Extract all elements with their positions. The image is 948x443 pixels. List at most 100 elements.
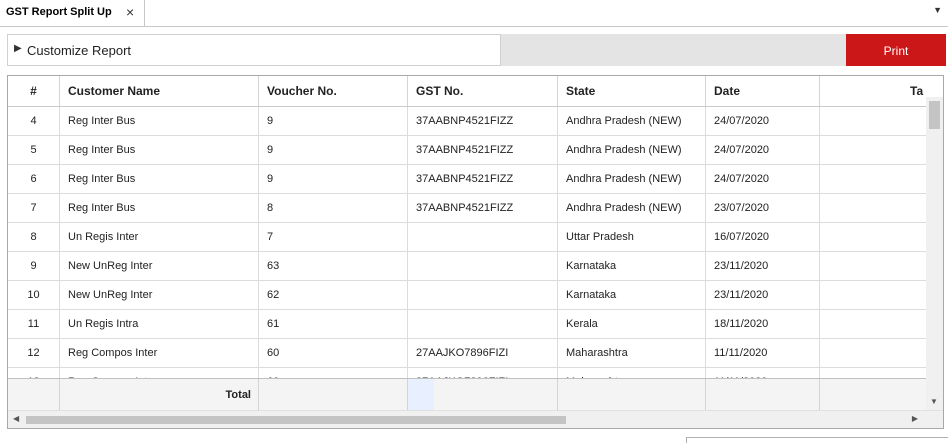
cell-state[interactable]: Uttar Pradesh [558, 223, 706, 251]
cell-customer-name[interactable]: Reg Compos Inter [60, 339, 259, 367]
customize-report-toggle[interactable]: ▶ Customize Report [7, 34, 501, 66]
cell-gst-no[interactable]: 27AAJKO7896FIZI [408, 339, 558, 367]
cell-voucher-no[interactable]: 60 [259, 339, 408, 367]
horizontal-scroll-thumb[interactable] [26, 416, 566, 424]
cell-customer-name[interactable]: Reg Inter Bus [60, 136, 259, 164]
cell-customer-name[interactable]: Un Regis Inter [60, 223, 259, 251]
cell-customer-name[interactable]: Reg Inter Bus [60, 194, 259, 222]
cell-number[interactable]: 9 [8, 252, 60, 280]
cell-tax[interactable] [820, 107, 927, 135]
cell-date[interactable]: 23/07/2020 [706, 194, 820, 222]
cell-date[interactable]: 16/07/2020 [706, 223, 820, 251]
cell-number[interactable]: 7 [8, 194, 60, 222]
table-row[interactable]: 4 Reg Inter Bus 9 37AABNP4521FIZZ Andhra Pra… [8, 107, 927, 136]
cell-gst-no[interactable]: 37AABNP4521FIZZ [408, 136, 558, 164]
cell-state[interactable]: Andhra Pradesh (NEW) [558, 136, 706, 164]
chevron-down-icon[interactable]: ▼ [933, 5, 942, 15]
close-icon[interactable]: × [126, 4, 134, 20]
cell-voucher-no[interactable]: 62 [259, 281, 408, 309]
cell-gst-no[interactable] [408, 310, 558, 338]
cell-date[interactable]: 24/07/2020 [706, 165, 820, 193]
cell-state[interactable]: Karnataka [558, 281, 706, 309]
cell-date[interactable]: 24/07/2020 [706, 136, 820, 164]
footer-cell-selected[interactable] [408, 379, 434, 411]
cell-gst-no[interactable]: 37AABNP4521FIZZ [408, 194, 558, 222]
cell-tax[interactable] [820, 252, 927, 280]
cell-state[interactable]: Andhra Pradesh (NEW) [558, 165, 706, 193]
table-row[interactable]: 5 Reg Inter Bus 9 37AABNP4521FIZZ Andhra Pra… [8, 136, 927, 165]
cell-state[interactable]: Maharashtra [558, 368, 706, 378]
cell-number[interactable]: 11 [8, 310, 60, 338]
cell-tax[interactable] [820, 281, 927, 309]
cell-date[interactable]: 24/07/2020 [706, 107, 820, 135]
cell-gst-no[interactable]: 27AAJKO7896FIZI [408, 368, 558, 378]
column-header-tax[interactable]: Ta [820, 76, 927, 106]
table-row[interactable]: 9 New UnReg Inter 63 Karnataka 23/11/2020 [8, 252, 927, 281]
cell-voucher-no[interactable]: 9 [259, 165, 408, 193]
cell-date[interactable]: 23/11/2020 [706, 252, 820, 280]
column-header-state[interactable]: State [558, 76, 706, 106]
cell-voucher-no[interactable]: 61 [259, 310, 408, 338]
cell-number[interactable]: 5 [8, 136, 60, 164]
cell-tax[interactable] [820, 165, 927, 193]
cell-state[interactable]: Andhra Pradesh (NEW) [558, 107, 706, 135]
column-header-voucher-no[interactable]: Voucher No. [259, 76, 408, 106]
table-row[interactable]: 13Reg Compos Inter6027AAJKO7896FIZIMahar… [8, 368, 927, 378]
cell-number[interactable]: 13 [8, 368, 60, 378]
cell-voucher-no[interactable]: 7 [259, 223, 408, 251]
cell-customer-name[interactable]: Reg Inter Bus [60, 165, 259, 193]
cell-customer-name[interactable]: Un Regis Intra [60, 310, 259, 338]
column-header-date[interactable]: Date [706, 76, 820, 106]
cell-tax[interactable] [820, 223, 927, 251]
tab-gst-report-split-up[interactable]: GST Report Split Up × [0, 0, 145, 26]
column-header-customer-name[interactable]: Customer Name [60, 76, 259, 106]
print-button[interactable]: Print [846, 34, 946, 66]
cell-voucher-no[interactable]: 63 [259, 252, 408, 280]
cell-tax[interactable] [820, 136, 927, 164]
cell-state[interactable]: Kerala [558, 310, 706, 338]
cell-customer-name[interactable]: Reg Compos Inter [60, 368, 259, 378]
cell-gst-no[interactable]: 37AABNP4521FIZZ [408, 107, 558, 135]
cell-date[interactable]: 18/11/2020 [706, 310, 820, 338]
table-row[interactable]: 12 Reg Compos Inter 60 27AAJKO7896FIZI Mahar… [8, 339, 927, 368]
cell-voucher-no[interactable]: 9 [259, 136, 408, 164]
vertical-scrollbar[interactable]: ▲ ▼ [926, 97, 943, 410]
table-row[interactable]: 7 Reg Inter Bus 8 37AABNP4521FIZZ Andhra Pra… [8, 194, 927, 223]
cell-customer-name[interactable]: Reg Inter Bus [60, 107, 259, 135]
cell-number[interactable]: 8 [8, 223, 60, 251]
cell-customer-name[interactable]: New UnReg Inter [60, 281, 259, 309]
scroll-right-icon[interactable]: ▶ [912, 414, 918, 423]
cell-gst-no[interactable]: 37AABNP4521FIZZ [408, 165, 558, 193]
column-header-gst-no[interactable]: GST No. [408, 76, 558, 106]
cell-number[interactable]: 4 [8, 107, 60, 135]
table-row[interactable]: 6 Reg Inter Bus 9 37AABNP4521FIZZ Andhra Pra… [8, 165, 927, 194]
table-row[interactable]: 10 New UnReg Inter 62 Karnataka 23/11/2020 [8, 281, 927, 310]
cell-gst-no[interactable] [408, 252, 558, 280]
table-row[interactable]: 8 Un Regis Inter 7 Uttar Pradesh 16/07/2020 [8, 223, 927, 252]
horizontal-scrollbar[interactable]: ◀ ▶ [8, 410, 943, 428]
cell-voucher-no[interactable]: 9 [259, 107, 408, 135]
cell-gst-no[interactable] [408, 281, 558, 309]
cell-customer-name[interactable]: New UnReg Inter [60, 252, 259, 280]
scroll-down-icon[interactable]: ▼ [930, 397, 938, 406]
cell-tax[interactable] [820, 194, 927, 222]
cell-number[interactable]: 6 [8, 165, 60, 193]
cell-state[interactable]: Andhra Pradesh (NEW) [558, 194, 706, 222]
cell-tax[interactable] [820, 310, 927, 338]
cell-number[interactable]: 12 [8, 339, 60, 367]
cell-date[interactable]: 11/11/2020 [706, 368, 820, 378]
cell-tax[interactable] [820, 339, 927, 367]
scroll-left-icon[interactable]: ◀ [13, 414, 19, 423]
vertical-scroll-thumb[interactable] [929, 101, 940, 129]
column-header-number[interactable]: # [8, 76, 60, 106]
table-row[interactable]: 11 Un Regis Intra 61 Kerala 18/11/2020 [8, 310, 927, 339]
cell-tax[interactable] [820, 368, 927, 378]
cell-number[interactable]: 10 [8, 281, 60, 309]
cell-date[interactable]: 23/11/2020 [706, 281, 820, 309]
cell-voucher-no[interactable]: 8 [259, 194, 408, 222]
cell-state[interactable]: Maharashtra [558, 339, 706, 367]
cell-date[interactable]: 11/11/2020 [706, 339, 820, 367]
cell-gst-no[interactable] [408, 223, 558, 251]
cell-state[interactable]: Karnataka [558, 252, 706, 280]
cell-voucher-no[interactable]: 60 [259, 368, 408, 378]
